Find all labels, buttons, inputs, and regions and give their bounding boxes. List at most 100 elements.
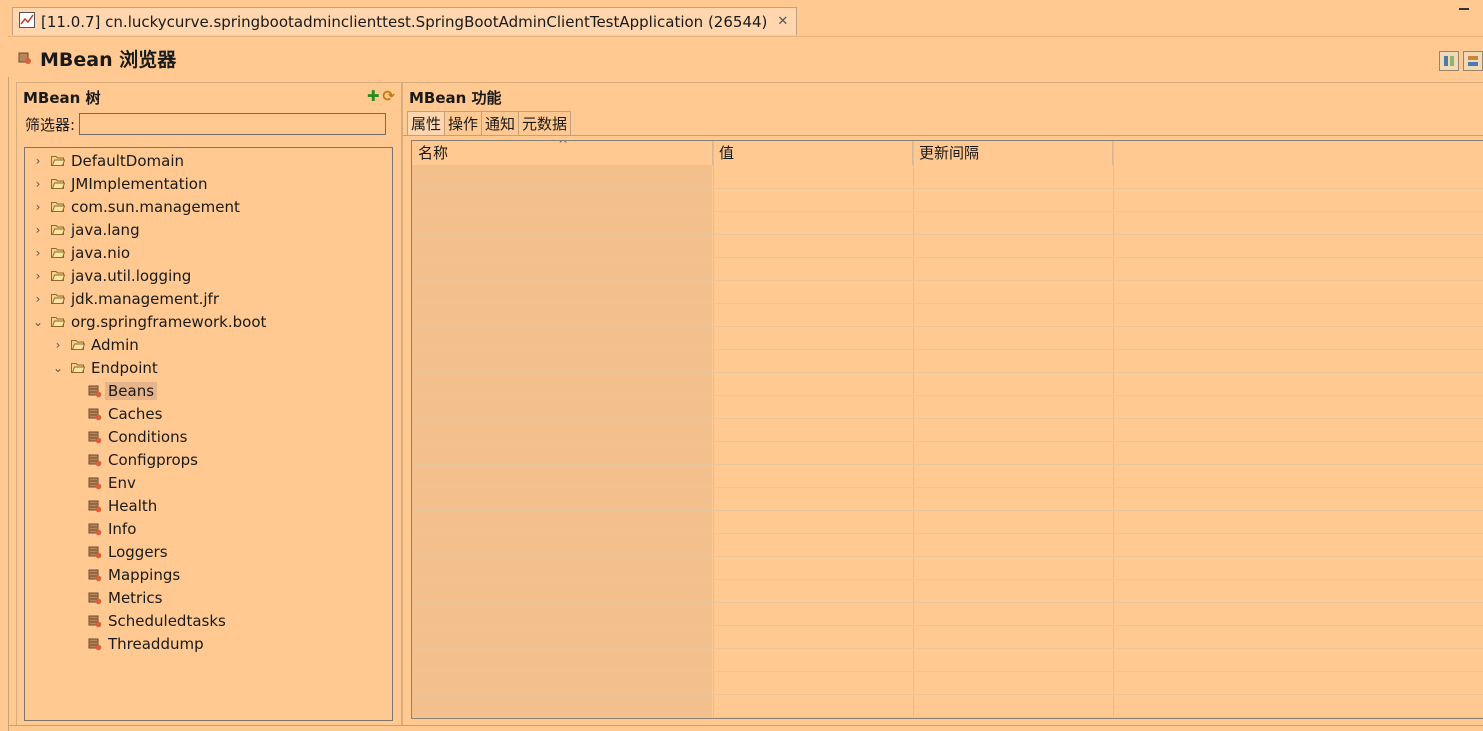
column-header-interval[interactable]: 更新间隔 <box>913 141 1113 165</box>
mbean-tree: › DefaultDomain › JMImplementation › com.sun.… <box>24 147 393 721</box>
tab-divider <box>403 135 1483 136</box>
chevron-right-icon[interactable]: › <box>31 177 45 191</box>
tree-item-mbean[interactable]: Caches <box>88 402 162 425</box>
tree-item-mbean[interactable]: Info <box>88 517 136 540</box>
refresh-icon[interactable]: ⟳ <box>382 87 395 105</box>
chevron-down-icon[interactable]: ⌄ <box>31 315 45 329</box>
tree-item-mbean[interactable]: Threaddump <box>88 632 204 655</box>
empty-table-row <box>412 717 1483 718</box>
folder-icon <box>71 362 85 373</box>
tree-item-mbean[interactable]: Beans <box>88 379 158 402</box>
tree-item-label: java.lang <box>71 220 140 239</box>
empty-table-row <box>412 510 1483 511</box>
tree-item-folder[interactable]: › Admin <box>51 333 139 356</box>
sort-ascending-icon: ^ <box>558 140 569 151</box>
layout-grid-icon[interactable] <box>1463 51 1483 71</box>
tree-item-label: Mappings <box>108 565 181 584</box>
tree-item-mbean[interactable]: Env <box>88 471 136 494</box>
tree-item-label: Conditions <box>108 427 188 446</box>
column-divider <box>913 141 914 718</box>
tree-item-label: JMImplementation <box>71 174 208 193</box>
chevron-down-icon[interactable]: ⌄ <box>51 361 65 375</box>
folder-icon <box>51 201 65 212</box>
chevron-right-icon[interactable]: › <box>31 223 45 237</box>
empty-table-row <box>412 556 1483 557</box>
mbean-icon <box>88 453 102 467</box>
tree-item-mbean[interactable]: Loggers <box>88 540 168 563</box>
chevron-right-icon[interactable]: › <box>31 269 45 283</box>
page-title-text: MBean 浏览器 <box>40 49 177 71</box>
empty-table-row <box>412 487 1483 488</box>
chevron-right-icon[interactable]: › <box>31 246 45 260</box>
empty-table-row <box>412 441 1483 442</box>
empty-table-row <box>412 602 1483 603</box>
chevron-right-icon[interactable]: › <box>51 338 65 352</box>
close-icon[interactable]: ✕ <box>777 14 788 29</box>
folder-icon <box>51 247 65 258</box>
filter-input[interactable] <box>79 113 387 135</box>
layout-split-icon[interactable] <box>1439 51 1459 71</box>
tree-item-folder[interactable]: › jdk.management.jfr <box>31 287 219 310</box>
filter-row: 筛选器: <box>25 113 387 135</box>
folder-icon <box>51 178 65 189</box>
column-header-name[interactable]: 名称 ^ <box>412 141 713 165</box>
tree-actions: ✚ ⟳ <box>367 87 395 105</box>
column-divider <box>713 141 714 718</box>
chevron-right-icon[interactable]: › <box>31 154 45 168</box>
empty-table-row <box>412 464 1483 465</box>
add-icon[interactable]: ✚ <box>367 87 380 105</box>
tree-item-label: Scheduledtasks <box>108 611 226 630</box>
tree-item-folder[interactable]: › DefaultDomain <box>31 149 184 172</box>
tab-operations[interactable]: 操作 <box>444 111 483 136</box>
tree-item-folder[interactable]: ⌄ Endpoint <box>51 356 158 379</box>
attributes-table: 名称 ^ 值 更新间隔 <box>411 140 1483 719</box>
minimize-icon[interactable] <box>1459 8 1469 10</box>
tab-metadata[interactable]: 元数据 <box>518 111 572 136</box>
tree-item-folder[interactable]: ⌄ org.springframework.boot <box>31 310 266 333</box>
bottom-tab-strip <box>8 725 1483 731</box>
column-header-value[interactable]: 值 <box>713 141 913 165</box>
empty-table-row <box>412 280 1483 281</box>
tree-item-mbean[interactable]: Metrics <box>88 586 162 609</box>
tree-item-mbean[interactable]: Configprops <box>88 448 198 471</box>
chevron-right-icon[interactable]: › <box>31 292 45 306</box>
mbean-icon <box>88 522 102 536</box>
folder-icon <box>51 270 65 281</box>
tree-item-folder[interactable]: › com.sun.management <box>31 195 240 218</box>
tree-item-label: Env <box>108 473 136 492</box>
chart-icon <box>19 11 35 32</box>
mbean-icon <box>88 568 102 582</box>
empty-table-row <box>412 326 1483 327</box>
tree-item-mbean[interactable]: Health <box>88 494 157 517</box>
empty-table-row <box>412 372 1483 373</box>
folder-icon <box>51 155 65 166</box>
tree-item-label: Threaddump <box>108 634 204 653</box>
mbean-icon <box>88 637 102 651</box>
tree-item-label: Admin <box>91 335 139 354</box>
tree-item-folder[interactable]: › java.lang <box>31 218 140 241</box>
feature-tabs: 属性 操作 通知 元数据 <box>407 111 572 136</box>
layout-toggle-group <box>1439 51 1483 71</box>
tree-item-label: Metrics <box>108 588 163 607</box>
mbean-icon <box>88 545 102 559</box>
chevron-right-icon[interactable]: › <box>31 200 45 214</box>
mbean-icon <box>88 407 102 421</box>
empty-table-row <box>412 625 1483 626</box>
mbean-browser-window: [11.0.7] cn.luckycurve.springbootadmincl… <box>0 0 1483 731</box>
tree-item-label: org.springframework.boot <box>71 312 267 331</box>
tree-item-folder[interactable]: › java.nio <box>31 241 130 264</box>
folder-icon <box>51 224 65 235</box>
mbean-icon <box>88 614 102 628</box>
editor-tab[interactable]: [11.0.7] cn.luckycurve.springbootadmincl… <box>12 7 798 35</box>
tree-item-label: Beans <box>105 381 158 400</box>
tree-item-folder[interactable]: › JMImplementation <box>31 172 208 195</box>
tree-item-mbean[interactable]: Mappings <box>88 563 180 586</box>
tab-attributes[interactable]: 属性 <box>407 111 446 136</box>
tree-item-mbean[interactable]: Conditions <box>88 425 187 448</box>
tab-notifications[interactable]: 通知 <box>481 111 520 136</box>
bean-icon <box>18 48 32 70</box>
tree-item-mbean[interactable]: Scheduledtasks <box>88 609 226 632</box>
empty-table-row <box>412 395 1483 396</box>
tree-item-folder[interactable]: › java.util.logging <box>31 264 192 287</box>
empty-table-row <box>412 234 1483 235</box>
